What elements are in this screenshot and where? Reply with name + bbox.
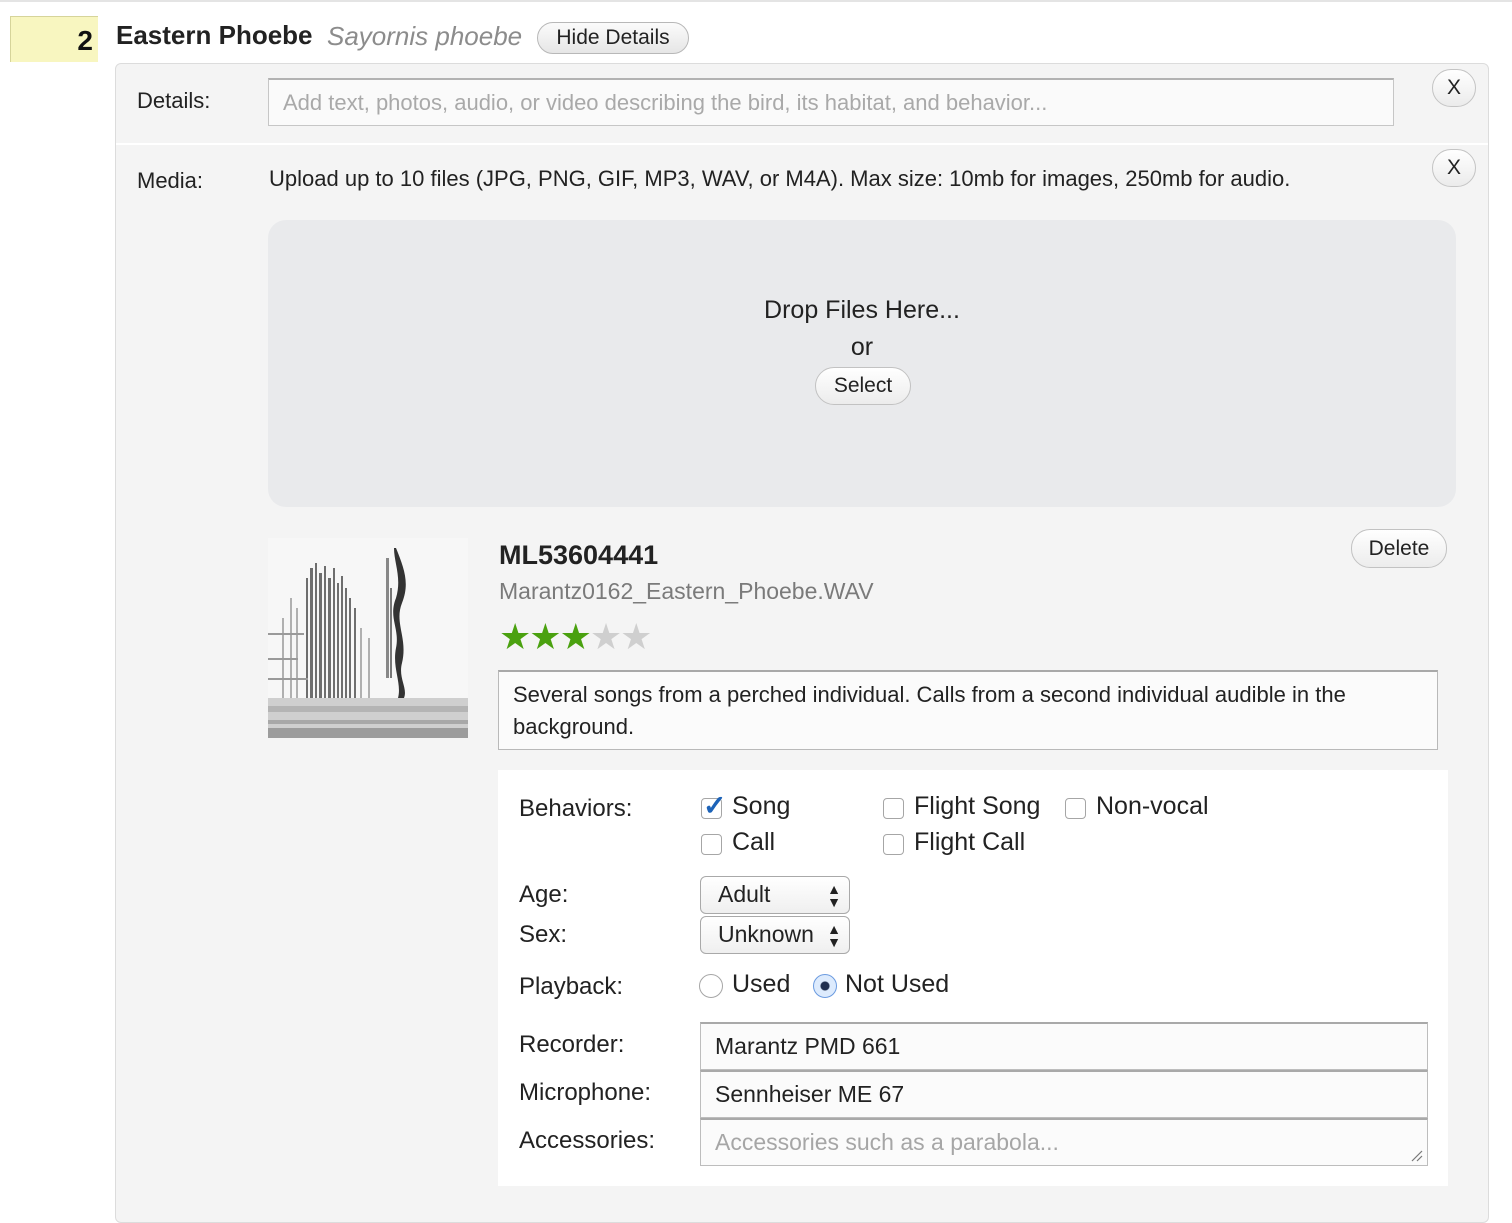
age-label: Age: (519, 881, 569, 908)
behavior-checkbox-non-vocal[interactable] (1065, 798, 1086, 819)
sex-select[interactable]: Unknown ▲ ▼ (700, 916, 850, 954)
star-rating[interactable]: ★★★★★ (499, 617, 652, 657)
playback-label: Playback: (519, 973, 624, 1000)
behavior-checkbox-call[interactable] (701, 834, 722, 855)
behavior-label-song: Song (732, 792, 791, 820)
media-label: Media: (137, 168, 204, 193)
sex-select-value: Unknown (718, 921, 814, 947)
behavior-label-flight-song: Flight Song (914, 792, 1041, 820)
asset-comment-field[interactable]: Several songs from a perched individual.… (498, 670, 1438, 750)
media-instructions: Upload up to 10 files (JPG, PNG, GIF, MP… (269, 166, 1291, 191)
top-divider (0, 0, 1512, 2)
accessories-placeholder: Accessories such as a parabola... (715, 1129, 1059, 1155)
microphone-label: Microphone: (519, 1079, 652, 1106)
behavior-checkbox-flight-song[interactable] (883, 798, 904, 819)
behavior-checkbox-flight-call[interactable] (883, 834, 904, 855)
behavior-label-call: Call (732, 828, 776, 856)
file-dropzone[interactable]: Drop Files Here... or (268, 220, 1456, 507)
behavior-label-flight-call: Flight Call (914, 828, 1026, 856)
species-scientific-name: Sayornis phoebe (327, 21, 523, 51)
details-input[interactable]: Add text, photos, audio, or video descri… (268, 78, 1394, 126)
accessories-label: Accessories: (519, 1127, 656, 1154)
star-icon-4[interactable]: ★ (590, 617, 622, 657)
or-text: or (850, 333, 874, 361)
count-field[interactable]: 2 (10, 16, 98, 62)
details-close-button[interactable]: X (1432, 69, 1476, 107)
drop-files-text: Drop Files Here... (764, 296, 960, 324)
section-divider (116, 143, 1488, 145)
sex-label: Sex: (519, 921, 568, 948)
microphone-input[interactable]: Sennheiser ME 67 (700, 1070, 1428, 1118)
star-icon-1[interactable]: ★ (499, 617, 531, 657)
star-icon-2[interactable]: ★ (529, 617, 561, 657)
checkmark-icon: ✓ (703, 790, 727, 821)
delete-asset-button[interactable]: Delete (1351, 529, 1447, 568)
updown-arrows-icon: ▲ ▼ (827, 921, 841, 950)
media-close-button[interactable]: X (1432, 149, 1476, 187)
asset-id: ML53604441 (499, 540, 659, 570)
star-icon-5[interactable]: ★ (620, 617, 652, 657)
asset-filename: Marantz0162_Eastern_Phoebe.WAV (499, 578, 874, 604)
age-select[interactable]: Adult ▲ ▼ (700, 876, 850, 914)
spectrogram-thumbnail[interactable] (268, 538, 468, 738)
playback-radio-used[interactable] (699, 974, 723, 998)
updown-arrows-icon: ▲ ▼ (827, 881, 841, 910)
playback-label-not-used: Not Used (845, 970, 950, 998)
resize-grip-icon[interactable] (1411, 1150, 1423, 1162)
behaviors-label: Behaviors: (519, 795, 633, 822)
behavior-checkbox-song[interactable]: ✓ (701, 790, 726, 821)
details-label: Details: (137, 88, 211, 113)
accessories-input[interactable]: Accessories such as a parabola... (700, 1118, 1428, 1166)
behavior-label-non-vocal: Non-vocal (1096, 792, 1209, 820)
playback-radio-not-used[interactable] (813, 974, 837, 998)
species-common-name: Eastern Phoebe (116, 20, 313, 50)
select-files-button[interactable]: Select (815, 367, 911, 405)
recorder-input[interactable]: Marantz PMD 661 (700, 1022, 1428, 1070)
playback-label-used: Used (732, 970, 791, 998)
age-select-value: Adult (718, 881, 771, 907)
star-icon-3[interactable]: ★ (560, 617, 592, 657)
hide-details-button[interactable]: Hide Details (537, 22, 689, 54)
recorder-label: Recorder: (519, 1031, 625, 1058)
